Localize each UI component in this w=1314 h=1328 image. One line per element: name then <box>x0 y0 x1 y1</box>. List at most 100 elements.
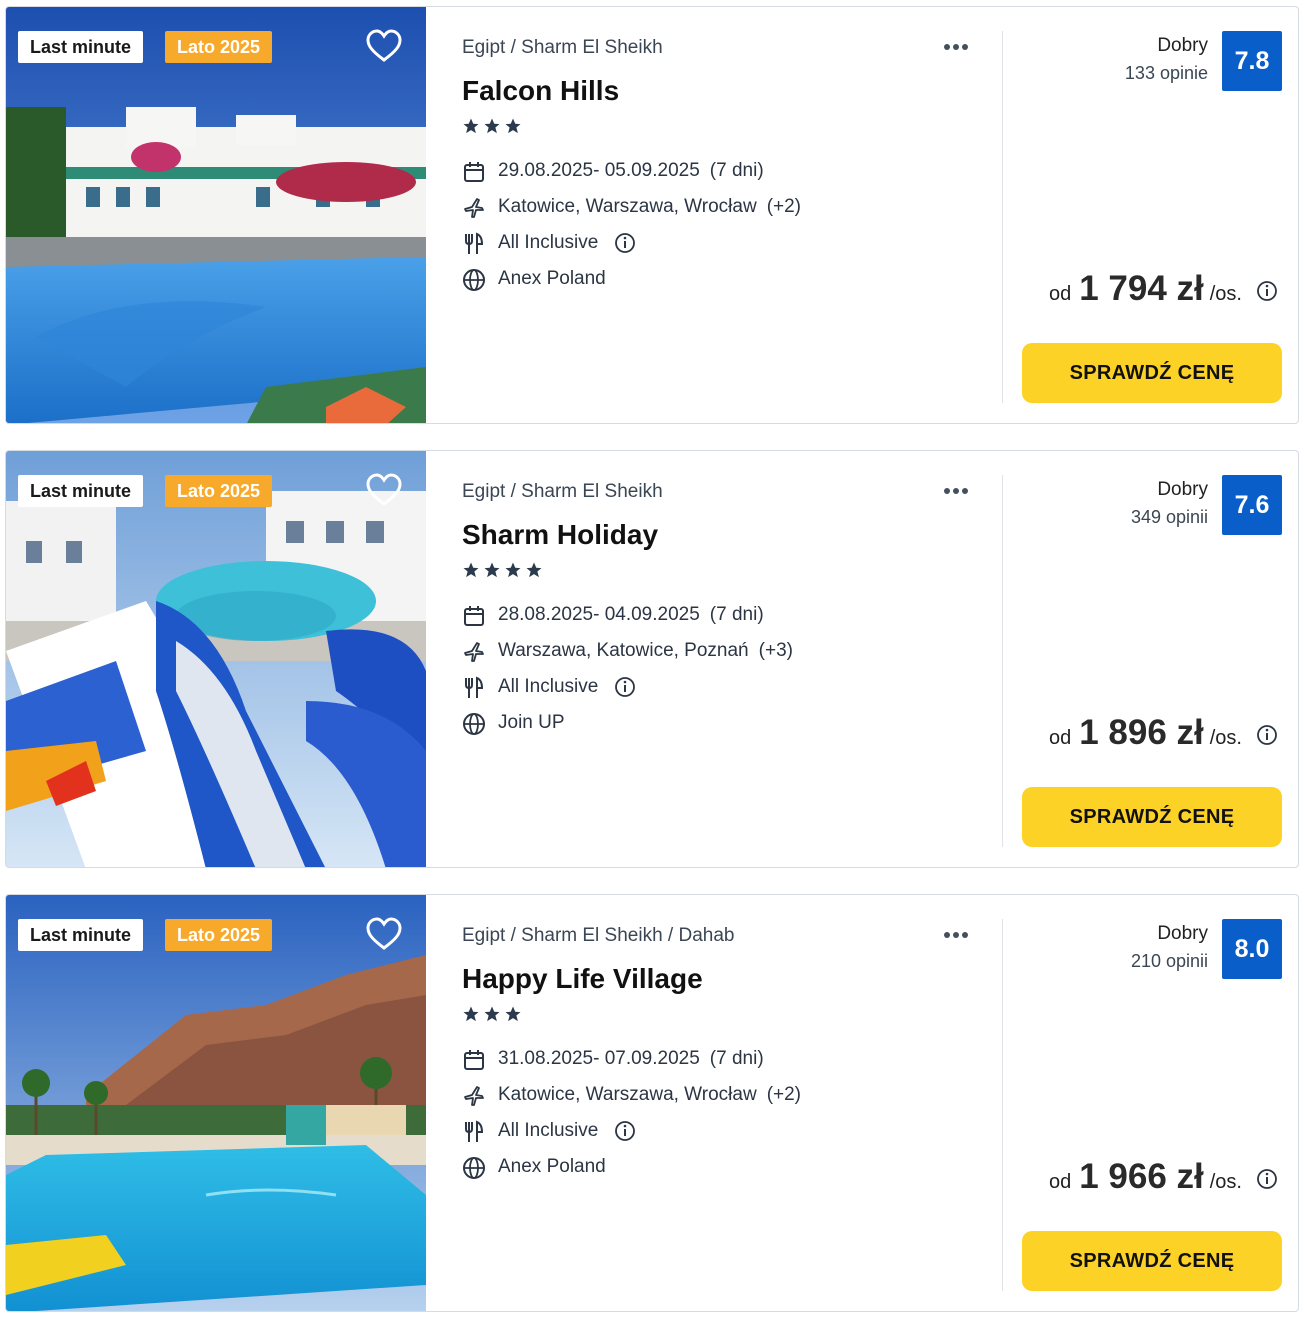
star-icon <box>505 562 521 578</box>
plane-icon <box>464 1086 484 1106</box>
price-suffix: /os. <box>1209 1171 1242 1193</box>
rating-word: Dobry <box>1157 35 1208 56</box>
rating-count[interactable]: 349 opinii <box>1131 507 1208 528</box>
departure-row: Katowice, Warszawa, Wrocław (+2) <box>462 193 801 229</box>
price-prefix: od <box>1048 1171 1072 1193</box>
price-prefix: od <box>1048 283 1072 305</box>
rating-word: Dobry <box>1157 479 1208 500</box>
rating-score-badge: 7.8 <box>1222 31 1282 91</box>
hotel-stars <box>462 561 546 581</box>
info-icon[interactable] <box>1256 280 1278 302</box>
price-line: od 1 794 zł/os. <box>1049 269 1278 313</box>
season-badge: Lato 2025 <box>165 31 273 63</box>
star-icon <box>463 118 479 134</box>
calendar-icon <box>464 606 484 626</box>
hotel-name[interactable]: Falcon Hills <box>462 75 619 107</box>
operator-row: Anex Poland <box>462 1153 801 1189</box>
tour-operator: Anex Poland <box>498 1156 606 1177</box>
dates-text: 29.08.2025- 05.09.2025 <box>498 160 700 181</box>
departure-cities: Warszawa, Katowice, Poznań <box>498 640 749 661</box>
price-suffix: /os. <box>1209 727 1242 749</box>
star-icon <box>505 1006 521 1022</box>
star-icon <box>463 1006 479 1022</box>
calendar-icon <box>464 1050 484 1070</box>
favorite-heart-icon[interactable] <box>366 29 402 63</box>
date-row: 31.08.2025- 07.09.2025 (7 dni) <box>462 1045 801 1081</box>
info-icon[interactable] <box>614 232 636 254</box>
price-amount: 1 966 zł <box>1079 1157 1204 1196</box>
plane-icon <box>464 198 484 218</box>
board-type: All Inclusive <box>498 232 599 253</box>
price-prefix: od <box>1048 727 1072 749</box>
departure-more[interactable]: (+2) <box>767 196 801 217</box>
star-icon <box>526 562 542 578</box>
dates-text: 31.08.2025- 07.09.2025 <box>498 1048 700 1069</box>
rating-score-badge: 8.0 <box>1222 919 1282 979</box>
globe-icon <box>463 269 485 291</box>
check-price-button[interactable]: SPRAWDŹ CENĘ <box>1022 343 1282 403</box>
rating-count[interactable]: 210 opinii <box>1131 951 1208 972</box>
star-icon <box>484 1006 500 1022</box>
check-price-button[interactable]: SPRAWDŹ CENĘ <box>1022 1231 1282 1291</box>
departure-row: Katowice, Warszawa, Wrocław (+2) <box>462 1081 801 1117</box>
hotel-photo[interactable]: Last minute Lato 2025 <box>6 451 426 867</box>
hotel-name[interactable]: Sharm Holiday <box>462 519 658 551</box>
offer-info: Egipt / Sharm El Sheikh Falcon Hills 29.… <box>462 7 982 423</box>
info-icon[interactable] <box>1256 1168 1278 1190</box>
departure-more[interactable]: (+2) <box>767 1084 801 1105</box>
hotel-photo[interactable]: Last minute Lato 2025 <box>6 7 426 423</box>
divider <box>1002 475 1003 847</box>
date-row: 28.08.2025- 04.09.2025 (7 dni) <box>462 601 793 637</box>
board-row: All Inclusive <box>462 1117 801 1153</box>
offer-card[interactable]: Last minute Lato 2025 Egipt / Sharm El S… <box>5 450 1299 868</box>
offer-card[interactable]: Last minute Lato 2025 Egipt / Sharm El S… <box>5 894 1299 1312</box>
offer-card[interactable]: Last minute Lato 2025 Egipt / Sharm El S… <box>5 6 1299 424</box>
operator-row: Anex Poland <box>462 265 801 301</box>
tour-operator: Anex Poland <box>498 268 606 289</box>
departure-more[interactable]: (+3) <box>759 640 793 661</box>
board-row: All Inclusive <box>462 673 793 709</box>
more-dots-icon[interactable] <box>944 37 976 57</box>
departure-cities: Katowice, Warszawa, Wrocław <box>498 1084 757 1105</box>
info-icon[interactable] <box>1256 724 1278 746</box>
offer-info: Egipt / Sharm El Sheikh / Dahab Happy Li… <box>462 895 982 1311</box>
board-row: All Inclusive <box>462 229 801 265</box>
favorite-heart-icon[interactable] <box>366 473 402 507</box>
board-type: All Inclusive <box>498 676 599 697</box>
star-icon <box>463 562 479 578</box>
rating-count[interactable]: 133 opinie <box>1125 63 1208 84</box>
duration-text: (7 dni) <box>709 160 764 181</box>
date-row: 29.08.2025- 05.09.2025 (7 dni) <box>462 157 801 193</box>
check-price-button[interactable]: SPRAWDŹ CENĘ <box>1022 787 1282 847</box>
cutlery-icon <box>465 232 484 254</box>
more-dots-icon[interactable] <box>944 925 976 945</box>
calendar-icon <box>464 162 484 182</box>
info-icon[interactable] <box>614 676 636 698</box>
season-badge: Lato 2025 <box>165 919 273 951</box>
duration-text: (7 dni) <box>709 1048 764 1069</box>
price-line: od 1 896 zł/os. <box>1049 713 1278 757</box>
board-type: All Inclusive <box>498 1120 599 1141</box>
price-suffix: /os. <box>1209 283 1242 305</box>
location-breadcrumb[interactable]: Egipt / Sharm El Sheikh / Dahab <box>462 925 734 947</box>
favorite-heart-icon[interactable] <box>366 917 402 951</box>
star-icon <box>484 562 500 578</box>
season-badge: Lato 2025 <box>165 475 273 507</box>
location-breadcrumb[interactable]: Egipt / Sharm El Sheikh <box>462 481 663 503</box>
departure-cities: Katowice, Warszawa, Wrocław <box>498 196 757 217</box>
star-icon <box>505 118 521 134</box>
hotel-stars <box>462 117 525 137</box>
info-icon[interactable] <box>614 1120 636 1142</box>
plane-icon <box>464 642 484 662</box>
operator-row: Join UP <box>462 709 793 745</box>
duration-text: (7 dni) <box>709 604 764 625</box>
location-breadcrumb[interactable]: Egipt / Sharm El Sheikh <box>462 37 663 59</box>
hotel-name[interactable]: Happy Life Village <box>462 963 703 995</box>
last-minute-badge: Last minute <box>18 919 144 951</box>
globe-icon <box>463 713 485 735</box>
star-icon <box>484 118 500 134</box>
departure-row: Warszawa, Katowice, Poznań (+3) <box>462 637 793 673</box>
hotel-photo[interactable]: Last minute Lato 2025 <box>6 895 426 1311</box>
rating-word: Dobry <box>1157 923 1208 944</box>
more-dots-icon[interactable] <box>944 481 976 501</box>
